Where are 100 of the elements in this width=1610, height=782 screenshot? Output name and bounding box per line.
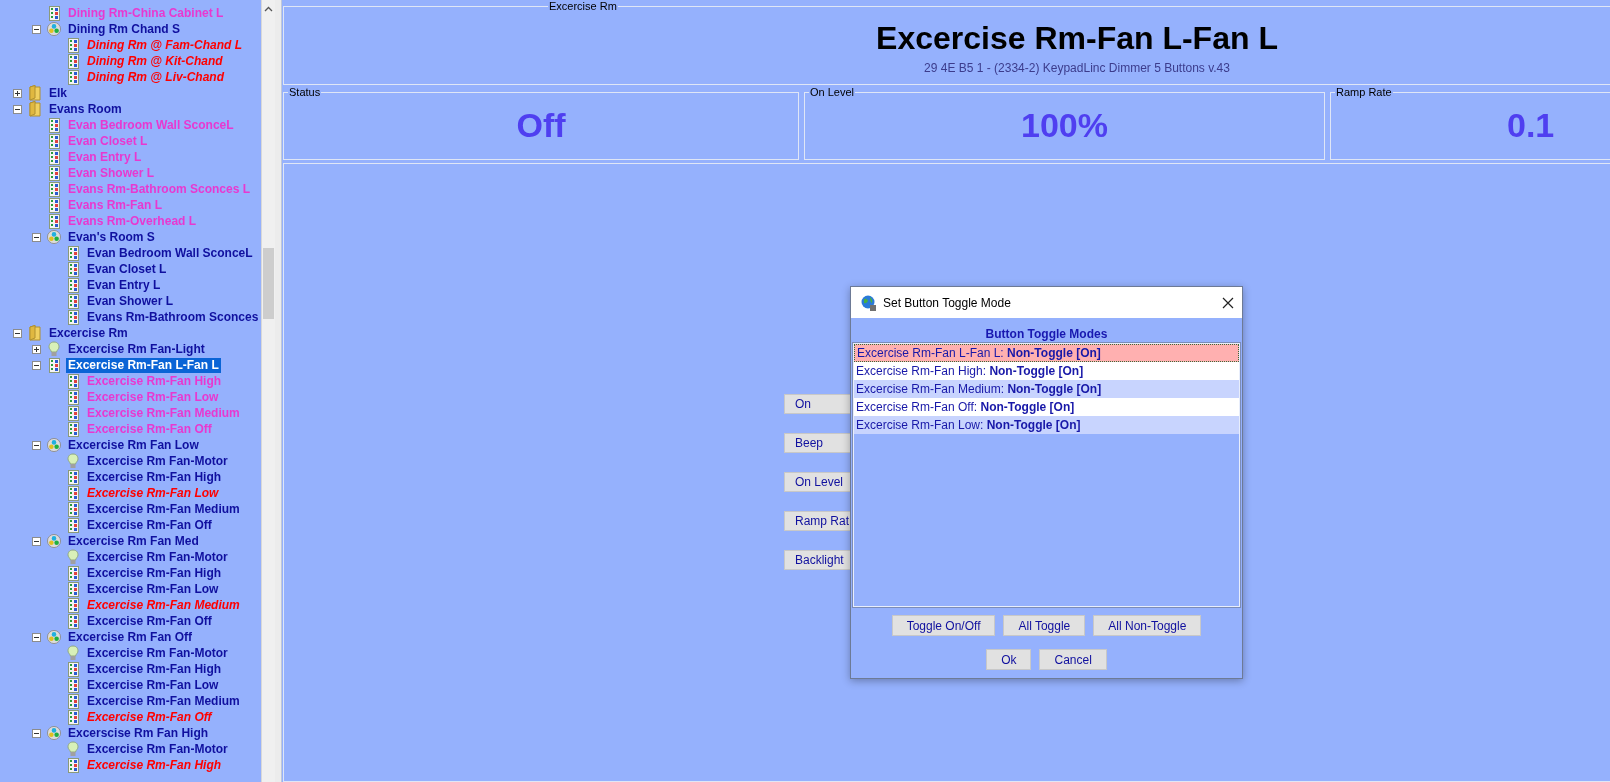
tree-item[interactable]: Excercise Rm Fan Off bbox=[66, 629, 195, 645]
scroll-up-icon[interactable] bbox=[264, 6, 273, 12]
minus-box-icon[interactable] bbox=[13, 104, 22, 114]
folder-icon bbox=[29, 85, 41, 101]
keypad-icon bbox=[67, 373, 79, 389]
keypad-icon bbox=[67, 581, 79, 597]
device-title: Excercise Rm-Fan L-Fan L bbox=[875, 20, 1279, 57]
tree-item[interactable]: Evan Closet L bbox=[85, 261, 169, 277]
keypad-icon bbox=[67, 421, 79, 437]
list-row[interactable]: Excercise Rm-Fan Low: Non-Toggle [On] bbox=[854, 416, 1239, 434]
keypad-icon bbox=[67, 309, 79, 325]
tree-item[interactable]: Evan Shower L bbox=[85, 293, 176, 309]
dialog-title: Set Button Toggle Mode bbox=[883, 295, 1012, 310]
tree-item[interactable]: Excerscise Rm Fan High bbox=[66, 725, 211, 741]
tree-item[interactable]: Evan Bedroom Wall SconceL bbox=[85, 245, 255, 261]
keypad-icon bbox=[67, 245, 79, 261]
panel-label: Status bbox=[288, 86, 322, 98]
tree-item[interactable]: Excercise Rm-Fan L-Fan L bbox=[66, 357, 221, 373]
dialog-button[interactable]: Ok bbox=[986, 649, 1032, 670]
tree-item[interactable]: Excercise Rm-Fan Off bbox=[85, 517, 214, 533]
minus-box-icon[interactable] bbox=[13, 328, 22, 338]
dialog-button[interactable]: Cancel bbox=[1039, 649, 1107, 670]
keypad-icon bbox=[67, 37, 79, 53]
tree-item[interactable]: Excercise Rm Fan-Light bbox=[66, 341, 207, 357]
keypad-icon bbox=[67, 693, 79, 709]
minus-box-icon[interactable] bbox=[32, 360, 41, 370]
action-button[interactable]: Ramp Rat bbox=[784, 511, 851, 531]
tree-item[interactable]: Excercise Rm-Fan Low bbox=[85, 581, 221, 597]
dialog-button[interactable]: All Toggle bbox=[1003, 615, 1086, 636]
bulb-icon bbox=[48, 341, 60, 357]
action-button[interactable]: Beep bbox=[784, 433, 851, 453]
tree-item[interactable]: Excercise Rm-Fan Off bbox=[85, 613, 214, 629]
tree-item[interactable]: Excercise Rm Fan Med bbox=[66, 533, 201, 549]
panel-label: Ramp Rate bbox=[1335, 86, 1393, 98]
group-label: Excercise Rm bbox=[548, 0, 618, 12]
keypad-icon bbox=[67, 565, 79, 581]
tree-item[interactable]: Excercise Rm-Fan Low bbox=[85, 677, 221, 693]
minus-box-icon[interactable] bbox=[32, 632, 41, 642]
scrollbar[interactable] bbox=[261, 0, 275, 782]
keypad-icon bbox=[67, 53, 79, 69]
tree-item[interactable]: Excercise Rm-Fan Medium bbox=[85, 501, 242, 517]
list-row[interactable]: Excercise Rm-Fan Off: Non-Toggle [On] bbox=[854, 398, 1239, 416]
keypad-icon bbox=[67, 709, 79, 725]
tree-item[interactable]: Excercise Rm-Fan High bbox=[85, 565, 224, 581]
keypad-icon bbox=[67, 69, 79, 85]
list-row[interactable]: Excercise Rm-Fan Medium: Non-Toggle [On] bbox=[854, 380, 1239, 398]
action-button[interactable]: On bbox=[784, 394, 851, 414]
minus-box-icon[interactable] bbox=[32, 232, 41, 242]
keypad-icon bbox=[48, 133, 60, 149]
panel-value: 100% bbox=[1020, 106, 1109, 145]
keypad-icon bbox=[67, 389, 79, 405]
plus-box-icon[interactable] bbox=[13, 88, 22, 98]
keypad-icon bbox=[67, 613, 79, 629]
keypad-icon bbox=[48, 213, 60, 229]
tree-item[interactable]: Excercise Rm-Fan High bbox=[85, 469, 224, 485]
keypad-icon bbox=[67, 261, 79, 277]
tree-item[interactable]: Excercise Rm bbox=[47, 325, 130, 341]
tree-item[interactable]: Excercise Rm Fan-Motor bbox=[85, 645, 230, 661]
tree-item[interactable]: Excercise Rm Fan-Motor bbox=[85, 741, 230, 757]
keypad-icon bbox=[67, 501, 79, 517]
list-heading: Button Toggle Modes bbox=[984, 327, 1109, 341]
folder-icon bbox=[29, 101, 41, 117]
tree-item[interactable]: Evans Rm-Bathroom Sconces bbox=[85, 309, 261, 325]
minus-box-icon[interactable] bbox=[32, 536, 41, 546]
minus-box-icon[interactable] bbox=[32, 440, 41, 450]
tree-item[interactable]: Excercise Rm Fan-Motor bbox=[85, 453, 230, 469]
action-button[interactable]: Backlight bbox=[784, 550, 851, 570]
tree-item[interactable]: Excercise Rm Fan-Motor bbox=[85, 549, 230, 565]
list-row[interactable]: Excercise Rm-Fan High: Non-Toggle [On] bbox=[854, 362, 1239, 380]
tree-item[interactable]: Evans Room bbox=[47, 101, 124, 117]
tree-item[interactable]: Excercise Rm-Fan Medium bbox=[85, 693, 242, 709]
keypad-icon bbox=[67, 469, 79, 485]
keypad-icon bbox=[67, 405, 79, 421]
keypad-icon bbox=[67, 277, 79, 293]
minus-box-icon[interactable] bbox=[32, 24, 41, 34]
keypad-icon bbox=[67, 597, 79, 613]
scrollbar-thumb[interactable] bbox=[263, 248, 274, 319]
folder-icon bbox=[29, 325, 41, 341]
scene-icon bbox=[47, 229, 61, 245]
list-row[interactable]: Excercise Rm-Fan L-Fan L: Non-Toggle [On] bbox=[854, 344, 1239, 362]
tree-item[interactable]: Excercise Rm-Fan High bbox=[85, 661, 224, 677]
scene-icon bbox=[47, 725, 61, 741]
tree-item[interactable]: Dining Rm Chand S bbox=[66, 21, 182, 37]
tree-item[interactable]: Excercise Rm Fan Low bbox=[66, 437, 201, 453]
bulb-icon bbox=[67, 645, 79, 661]
plus-box-icon[interactable] bbox=[32, 344, 41, 354]
close-icon[interactable] bbox=[1222, 296, 1234, 309]
keypad-icon bbox=[67, 661, 79, 677]
tree-item[interactable]: Evan's Room S bbox=[66, 229, 157, 245]
keypad-icon bbox=[48, 5, 60, 21]
panel-value: Off bbox=[515, 106, 567, 145]
scene-icon bbox=[47, 533, 61, 549]
dialog-button[interactable]: All Non-Toggle bbox=[1093, 615, 1202, 636]
keypad-icon bbox=[48, 165, 60, 181]
tree-item[interactable]: Elk bbox=[47, 85, 69, 101]
tree-item[interactable]: Evan Entry L bbox=[85, 277, 163, 293]
action-button[interactable]: On Level bbox=[784, 472, 851, 492]
dialog-button[interactable]: Toggle On/Off bbox=[891, 615, 996, 636]
minus-box-icon[interactable] bbox=[32, 728, 41, 738]
panel-label: On Level bbox=[809, 86, 856, 98]
